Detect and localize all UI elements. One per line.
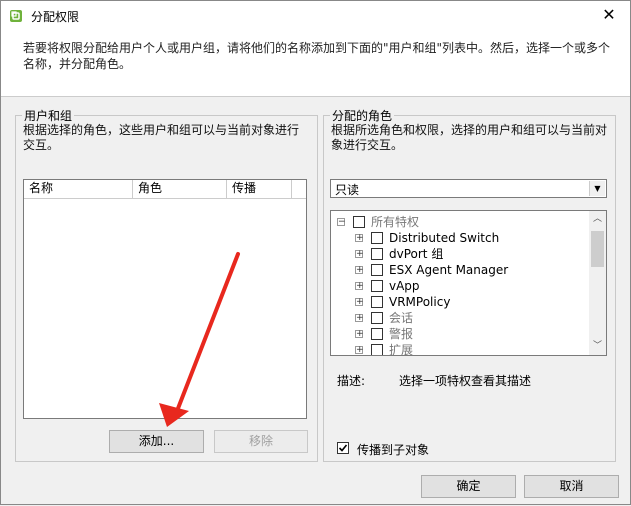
users-groups-list[interactable]: 名称 角色 传播: [23, 179, 307, 419]
cancel-button[interactable]: 取消: [524, 475, 619, 498]
collapse-icon[interactable]: −: [337, 218, 346, 227]
privilege-label: 所有特权: [371, 215, 420, 229]
remove-button[interactable]: 移除: [214, 430, 308, 453]
privilege-checkbox[interactable]: [371, 312, 383, 324]
users-groups-description: 根据选择的角色，这些用户和组可以与当前对象进行交互。: [23, 123, 300, 152]
privilege-label: 警报: [389, 327, 414, 341]
privilege-tree-item[interactable]: + Distributed Switch: [331, 230, 589, 246]
privilege-checkbox[interactable]: [371, 344, 383, 355]
privilege-tree-item[interactable]: + ESX Agent Manager: [331, 262, 589, 278]
privilege-checkbox[interactable]: [371, 248, 383, 260]
instructions-text: 若要将权限分配给用户个人或用户组，请将他们的名称添加到下面的"用户和组"列表中。…: [23, 41, 611, 71]
close-icon[interactable]: ✕: [598, 4, 620, 26]
privilege-checkbox[interactable]: [371, 232, 383, 244]
expand-icon[interactable]: +: [355, 250, 364, 259]
privilege-tree-item[interactable]: + VRMPolicy: [331, 294, 589, 310]
chevron-down-icon[interactable]: ▼: [589, 181, 605, 196]
privilege-label: Distributed Switch: [389, 231, 500, 245]
privilege-checkbox[interactable]: [353, 216, 365, 228]
privilege-tree-item[interactable]: + vApp: [331, 278, 589, 294]
privilege-label: 扩展: [389, 343, 414, 356]
vsphere-app-icon: [10, 10, 22, 22]
privilege-label: ESX Agent Manager: [389, 263, 509, 277]
expand-icon[interactable]: +: [355, 298, 364, 307]
privilege-tree-item[interactable]: + 会话: [331, 310, 589, 326]
propagate-label[interactable]: 传播到子对象: [357, 441, 429, 458]
expand-icon[interactable]: +: [355, 266, 364, 275]
privilege-checkbox[interactable]: [371, 296, 383, 308]
ok-button[interactable]: 确定: [421, 475, 516, 498]
privileges-tree[interactable]: − 所有特权 + Distributed Switch + dvPort 组 + ESX Ag…: [330, 210, 607, 356]
scroll-thumb[interactable]: [591, 231, 604, 267]
scroll-down-icon[interactable]: ﹀: [589, 338, 606, 355]
tree-scrollbar[interactable]: ︿ ﹀: [589, 211, 606, 355]
expand-icon[interactable]: +: [355, 346, 364, 355]
privilege-label: dvPort 组: [389, 247, 444, 261]
expand-icon[interactable]: +: [355, 314, 364, 323]
privilege-checkbox[interactable]: [371, 280, 383, 292]
instructions-panel: 若要将权限分配给用户个人或用户组，请将他们的名称添加到下面的"用户和组"列表中。…: [1, 31, 630, 97]
privilege-tree-item[interactable]: + dvPort 组: [331, 246, 589, 262]
expand-icon[interactable]: +: [355, 330, 364, 339]
expand-icon[interactable]: +: [355, 282, 364, 291]
privilege-tree-item[interactable]: − 所有特权: [331, 214, 589, 230]
column-name[interactable]: 名称: [24, 180, 133, 198]
list-header: 名称 角色 传播: [24, 180, 306, 199]
privilege-label: vApp: [389, 279, 420, 293]
column-propagate[interactable]: 传播: [227, 180, 292, 198]
column-role[interactable]: 角色: [133, 180, 227, 198]
users-groups-label: 用户和组: [22, 107, 75, 124]
propagate-checkbox[interactable]: [337, 442, 349, 454]
assign-permissions-dialog: 分配权限 ✕ 若要将权限分配给用户个人或用户组，请将他们的名称添加到下面的"用户…: [0, 0, 631, 505]
assigned-role-label: 分配的角色: [330, 107, 395, 124]
scroll-up-icon[interactable]: ︿: [589, 211, 606, 228]
privilege-description-label: 描述:: [337, 374, 366, 388]
assigned-role-description: 根据所选角色和权限，选择的用户和组可以与当前对象进行交互。: [331, 123, 608, 152]
checkmark-icon: [338, 444, 348, 452]
window-title: 分配权限: [31, 10, 80, 24]
privilege-label: 会话: [389, 311, 414, 325]
add-button[interactable]: 添加...: [109, 430, 204, 453]
role-select[interactable]: 只读 ▼: [330, 179, 607, 198]
privilege-checkbox[interactable]: [371, 328, 383, 340]
privilege-tree-item[interactable]: + 扩展: [331, 342, 589, 356]
privilege-label: VRMPolicy: [389, 295, 451, 309]
expand-icon[interactable]: +: [355, 234, 364, 243]
role-select-value: 只读: [335, 183, 360, 197]
title-bar: 分配权限 ✕: [1, 1, 630, 31]
privilege-checkbox[interactable]: [371, 264, 383, 276]
privilege-description-value: 选择一项特权查看其描述: [399, 374, 532, 388]
privilege-tree-item[interactable]: + 警报: [331, 326, 589, 342]
